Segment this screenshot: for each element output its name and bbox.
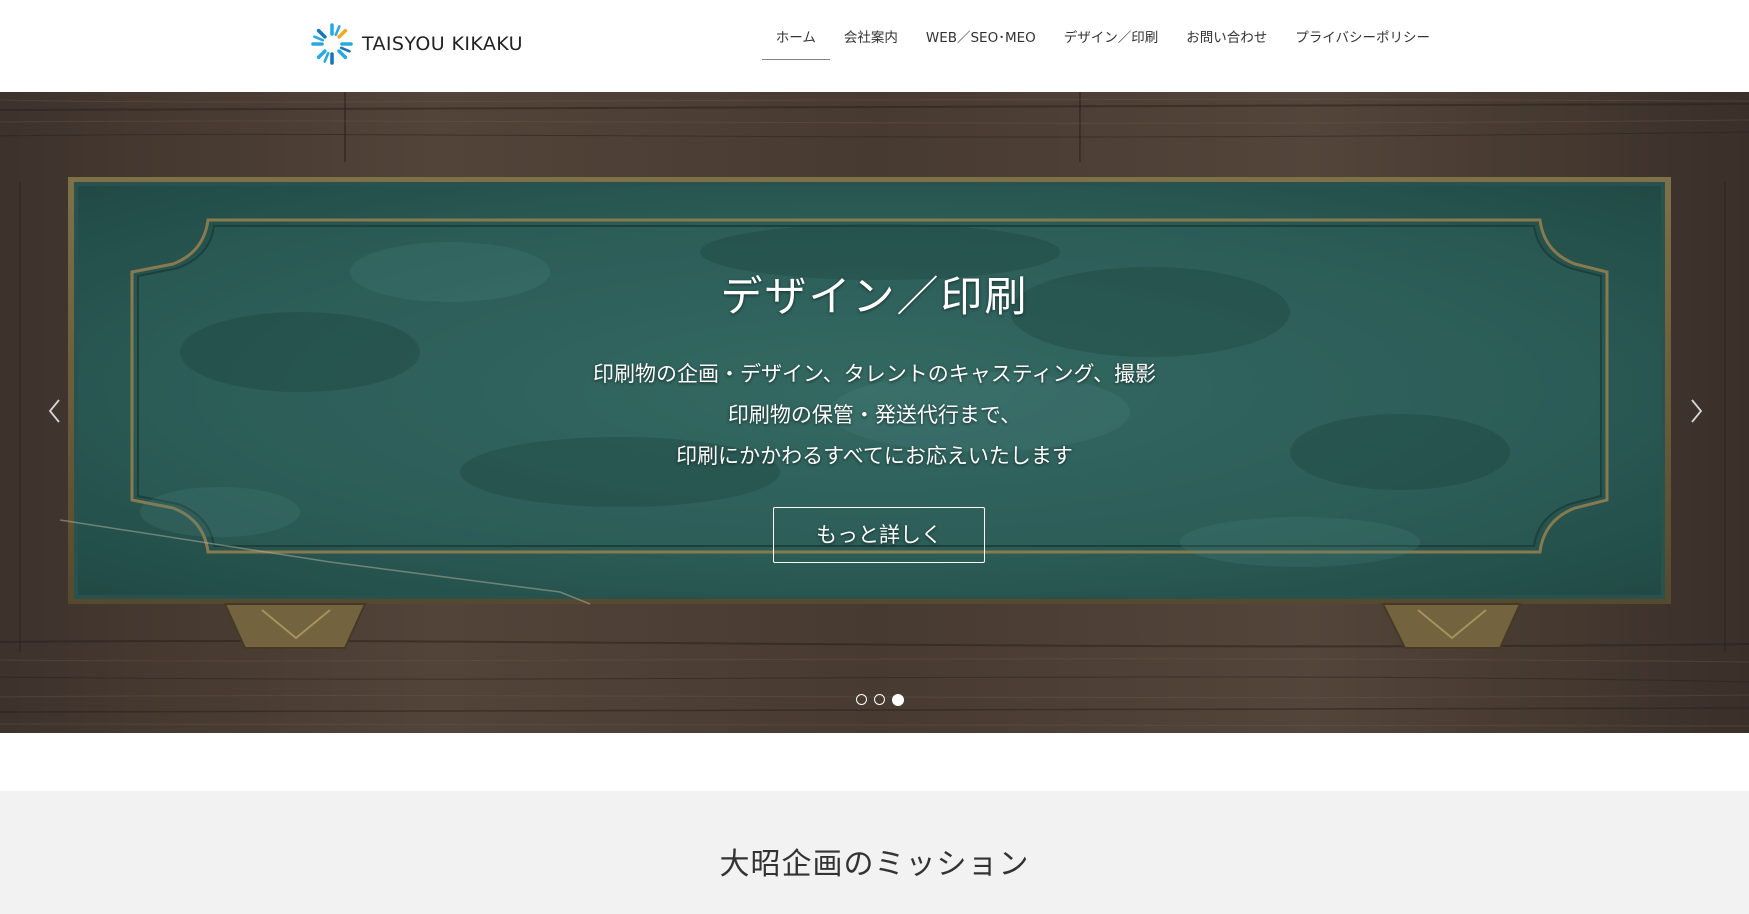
slider-dot-2[interactable] [874, 694, 885, 705]
nav-item-contact[interactable]: お問い合わせ [1172, 18, 1281, 60]
slider-dot-1[interactable] [856, 694, 867, 705]
logo-text: TAISYOU KIKAKU [362, 33, 523, 55]
site-header: TAISYOU KIKAKU ホーム 会社案内 WEB／SEO･MEO デザイン… [0, 0, 1749, 92]
more-details-button[interactable]: もっと詳しく [773, 507, 985, 563]
mission-title: 大昭企画のミッション [719, 847, 1030, 882]
hero-caption: デザイン／印刷 印刷物の企画・デザイン、タレントのキャスティング、撮影 印刷物の… [0, 92, 1749, 733]
slider-dot-3[interactable] [892, 693, 904, 706]
hero-title: デザイン／印刷 [720, 272, 1029, 321]
sunburst-logo-icon [311, 23, 353, 65]
nav-item-company[interactable]: 会社案内 [830, 18, 912, 60]
hero-line-3: 印刷にかかわるすべてにお応えいたします [676, 444, 1073, 468]
slider-pagination [856, 693, 904, 706]
logo-link[interactable]: TAISYOU KIKAKU [309, 21, 523, 67]
slider-next-button[interactable] [1679, 397, 1709, 425]
hero-description: 印刷物の企画・デザイン、タレントのキャスティング、撮影 印刷物の保管・発送代行ま… [0, 354, 1749, 477]
nav-item-web-seo-meo[interactable]: WEB／SEO･MEO [912, 18, 1050, 60]
main-nav: ホーム 会社案内 WEB／SEO･MEO デザイン／印刷 お問い合わせ プライバ… [761, 18, 1444, 60]
hero-slider: デザイン／印刷 印刷物の企画・デザイン、タレントのキャスティング、撮影 印刷物の… [0, 92, 1749, 733]
hero-line-1: 印刷物の企画・デザイン、タレントのキャスティング、撮影 [592, 362, 1156, 386]
slider-prev-button[interactable] [42, 397, 72, 425]
nav-item-design-print[interactable]: デザイン／印刷 [1050, 18, 1173, 60]
chevron-right-icon [1691, 399, 1703, 423]
chevron-left-icon [48, 399, 60, 423]
nav-item-privacy-policy[interactable]: プライバシーポリシー [1281, 18, 1444, 60]
hero-line-2: 印刷物の保管・発送代行まで、 [727, 403, 1022, 427]
nav-item-home[interactable]: ホーム [761, 18, 830, 60]
mission-section: 大昭企画のミッション [0, 791, 1749, 914]
